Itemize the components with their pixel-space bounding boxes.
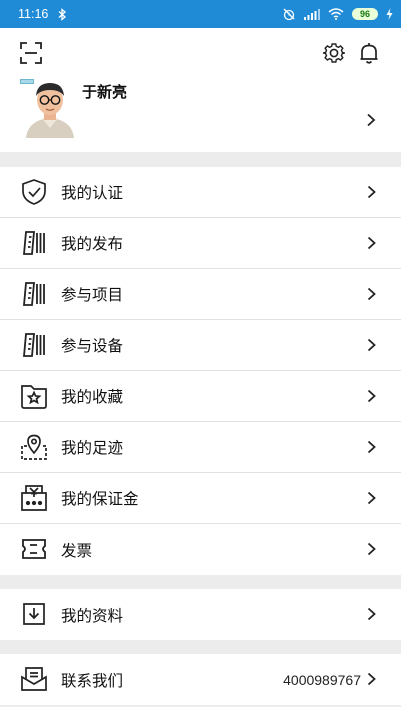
menu-item-my-posts[interactable]: 我的发布: [0, 218, 401, 269]
chevron-right-icon: [367, 440, 376, 454]
bluetooth-icon: [58, 7, 67, 21]
username: 于新亮: [82, 83, 128, 101]
menu-label: 我的收藏: [61, 388, 124, 406]
scan-icon[interactable]: [20, 42, 42, 64]
document-stack-icon: [20, 331, 48, 359]
menu-item-certification[interactable]: 我的认证: [0, 167, 401, 218]
menu-item-favorites[interactable]: 我的收藏: [0, 371, 401, 422]
ticket-icon: [20, 535, 48, 563]
chevron-right-icon: [367, 542, 376, 556]
menu-label: 发票: [61, 541, 93, 560]
avatar[interactable]: [20, 78, 80, 138]
menu-item-equipment[interactable]: 参与设备: [0, 320, 401, 371]
chevron-right-icon: [367, 607, 376, 621]
wifi-icon: [328, 8, 344, 20]
menu-label: 联系我们: [61, 671, 124, 690]
status-bar: 11:16 96: [0, 0, 401, 28]
menu-item-my-data[interactable]: 我的资料: [0, 589, 401, 640]
menu-item-deposit[interactable]: 我的保证金: [0, 473, 401, 524]
status-time: 11:16: [18, 7, 49, 21]
menu-group-contact: 联系我们 4000989767: [0, 654, 401, 705]
envelope-tray-icon: [20, 665, 48, 693]
signal-icon: [304, 8, 320, 20]
document-stack-icon: [20, 229, 48, 257]
menu-group-profile: 我的资料: [0, 589, 401, 640]
menu-label: 我的保证金: [61, 490, 139, 508]
charging-icon: [386, 8, 393, 20]
menu-label: 我的发布: [61, 235, 124, 253]
menu-label: 我的资料: [61, 606, 124, 625]
shield-check-icon: [20, 178, 48, 206]
chevron-right-icon[interactable]: [366, 113, 376, 127]
menu-item-contact-us[interactable]: 联系我们 4000989767: [0, 654, 401, 705]
folder-star-icon: [20, 382, 48, 410]
bell-icon[interactable]: [357, 41, 381, 65]
menu-group-main: 我的认证 我的发布 参与项目 参与设备 我的收藏 我的足迹 我的保证金 发票: [0, 167, 401, 575]
chevron-right-icon: [367, 672, 376, 686]
download-box-icon: [20, 600, 48, 628]
status-right: 96: [282, 7, 393, 21]
gear-icon[interactable]: [322, 41, 346, 65]
menu-item-projects[interactable]: 参与项目: [0, 269, 401, 320]
chevron-right-icon: [367, 389, 376, 403]
profile-header[interactable]: 于新亮: [0, 28, 401, 152]
chevron-right-icon: [367, 236, 376, 250]
alarm-off-icon: [282, 7, 296, 21]
menu-label: 我的足迹: [61, 439, 124, 457]
menu-label: 我的认证: [61, 184, 124, 202]
battery-indicator: 96: [352, 8, 378, 20]
document-stack-icon: [20, 280, 48, 308]
chevron-right-icon: [367, 338, 376, 352]
menu-item-footprints[interactable]: 我的足迹: [0, 422, 401, 473]
map-pin-icon: [20, 433, 48, 461]
avatar-badge: [20, 79, 34, 84]
chevron-right-icon: [367, 287, 376, 301]
chevron-right-icon: [367, 491, 376, 505]
menu-label: 参与项目: [61, 286, 124, 304]
menu-label: 参与设备: [61, 337, 124, 355]
menu-item-invoice[interactable]: 发票: [0, 524, 401, 575]
chevron-right-icon: [367, 185, 376, 199]
deposit-yen-icon: [20, 484, 48, 512]
contact-phone: 4000989767: [283, 671, 361, 688]
